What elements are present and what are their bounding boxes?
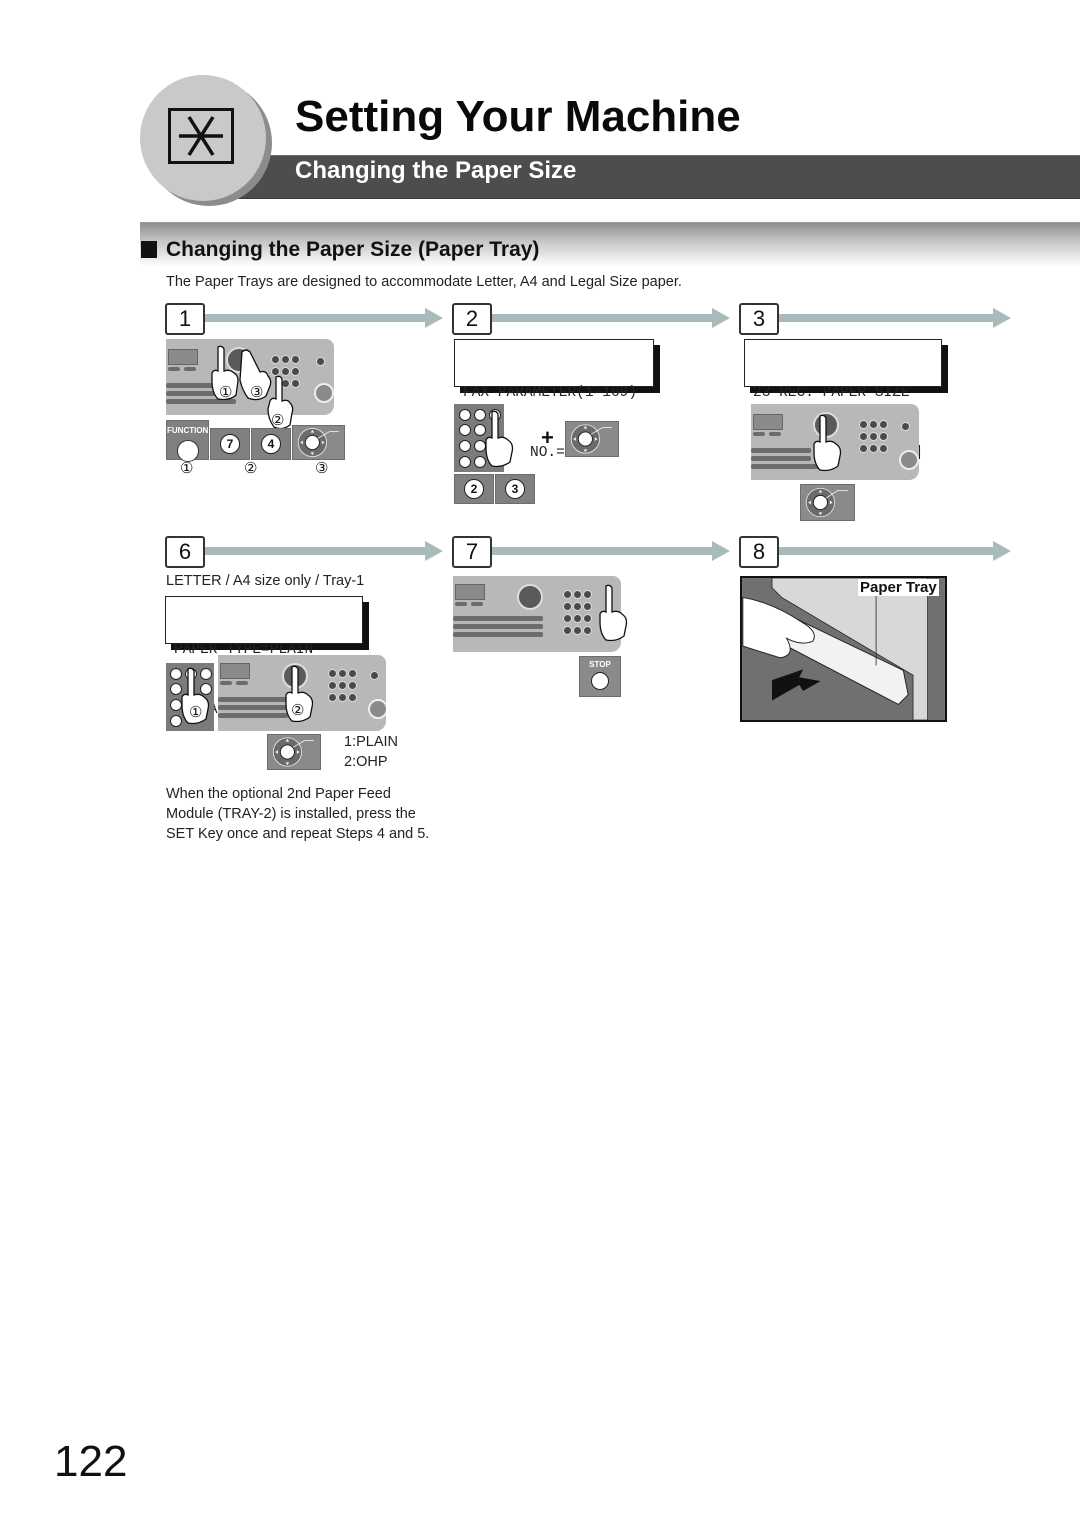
paper-tray-label: Paper Tray <box>858 579 939 596</box>
page-subtitle: Changing the Paper Size <box>295 157 577 184</box>
arrow-head-icon <box>712 308 730 328</box>
hand-callout: ② <box>271 412 285 429</box>
set-key <box>565 421 619 457</box>
step-1-header: 1 <box>165 303 445 335</box>
set-key <box>292 425 345 460</box>
step-number: 8 <box>739 536 779 568</box>
hand-callout: ③ <box>250 384 264 401</box>
hand-pointer-icon <box>484 410 516 470</box>
set-dial-icon <box>272 737 314 767</box>
option-ohp: 2:OHP <box>344 754 388 770</box>
lcd-display: FAX PARAMETER(1-169) NO.= <box>454 339 654 461</box>
hand-pointer-icon <box>598 584 630 644</box>
arrow-head-icon <box>993 541 1011 561</box>
arrow-head-icon <box>712 541 730 561</box>
key-4: 4 <box>251 428 291 460</box>
lcd-line-1: FAX PARAMETER(1-169) <box>463 385 638 401</box>
step-callout: ① <box>180 460 194 477</box>
lcd-display: 23 REC. PAPER SIZE 1:TRAY-1[LETTER ] <box>744 339 942 461</box>
setting-asterisk-icon <box>168 108 234 164</box>
set-key <box>267 734 321 770</box>
key-2: 2 <box>454 474 494 504</box>
step-3-header: 3 <box>739 303 1019 335</box>
step-arrow <box>205 314 427 322</box>
lcd-display: PAPER TYPE=PLAIN 1:PLAIN 2:OHP <box>165 596 363 718</box>
hand-callout: ① <box>219 384 233 401</box>
paper-tray-illustration <box>740 576 947 722</box>
step-8-header: 8 <box>739 536 1019 568</box>
step-arrow <box>205 547 427 555</box>
step-number: 6 <box>165 536 205 568</box>
lcd-line-1: 23 REC. PAPER SIZE <box>753 385 910 401</box>
key-3: 3 <box>495 474 535 504</box>
tray-2-note: When the optional 2nd Paper Feed Module … <box>166 786 430 842</box>
step-6-header: 6 <box>165 536 445 568</box>
step-number: 3 <box>739 303 779 335</box>
stop-key: STOP <box>579 656 621 697</box>
step-number: 2 <box>452 303 492 335</box>
step-arrow <box>492 314 714 322</box>
hand-callout: ② <box>291 702 305 719</box>
set-dial-icon <box>570 424 612 454</box>
control-panel-illustration <box>453 576 621 652</box>
function-key: FUNCTION <box>166 420 209 462</box>
stop-button-icon <box>591 672 609 690</box>
step-7-header: 7 <box>452 536 732 568</box>
arrow-head-icon <box>425 308 443 328</box>
step-arrow <box>492 547 714 555</box>
function-key-label: FUNCTION <box>167 426 209 435</box>
hand-callout: ① <box>189 704 203 721</box>
step-number: 1 <box>165 303 205 335</box>
section-intro: The Paper Trays are designed to accommod… <box>166 274 682 290</box>
page-number: 122 <box>54 1437 128 1486</box>
option-plain: 1:PLAIN <box>344 734 398 750</box>
step-arrow <box>779 314 1001 322</box>
set-dial-icon <box>297 427 339 458</box>
key-7: 7 <box>210 428 250 460</box>
stop-key-label: STOP <box>589 660 611 669</box>
step-arrow <box>779 547 1001 555</box>
step-2-header: 2 <box>452 303 732 335</box>
section-bullet-icon <box>141 241 157 258</box>
step-callout: ② <box>244 460 258 477</box>
hand-pointer-icon <box>812 414 846 474</box>
arrow-head-icon <box>993 308 1011 328</box>
arrow-head-icon <box>425 541 443 561</box>
step-6-condition: LETTER / A4 size only / Tray-1 <box>166 573 365 589</box>
set-key <box>800 484 855 521</box>
section-title: Changing the Paper Size (Paper Tray) <box>166 238 540 261</box>
plus-sign: + <box>541 425 554 450</box>
set-dial-icon <box>805 487 848 518</box>
step-number: 7 <box>452 536 492 568</box>
page-title: Setting Your Machine <box>295 92 741 141</box>
step-callout: ③ <box>315 460 329 477</box>
